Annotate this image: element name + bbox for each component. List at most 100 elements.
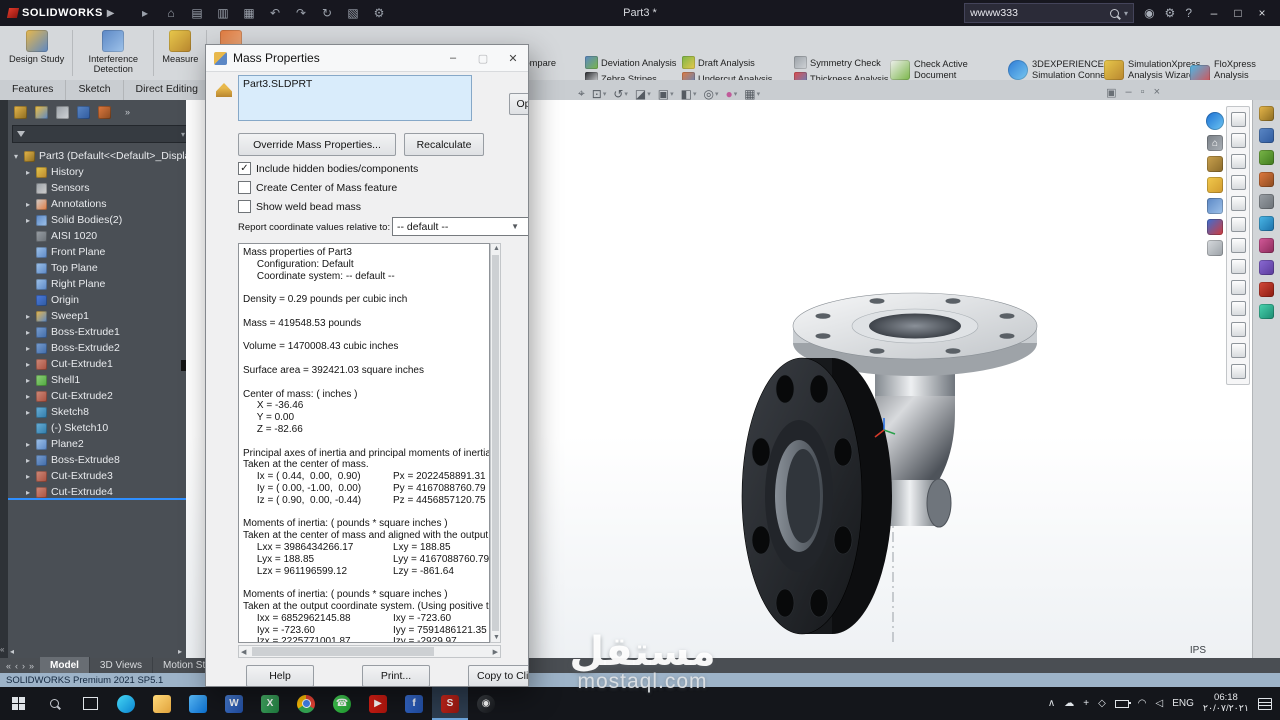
propertymanager-tab-icon[interactable] xyxy=(35,106,48,119)
task-pane-icon[interactable] xyxy=(1259,238,1274,253)
task-pane-icon[interactable] xyxy=(1259,172,1274,187)
tree-expand-icon[interactable]: ▸ xyxy=(24,168,32,177)
view-tool-icon[interactable] xyxy=(1231,217,1246,232)
file-explorer-taskbar-button[interactable] xyxy=(144,687,180,720)
view-tool-icon[interactable] xyxy=(1231,364,1246,379)
tree-item-boss-extrude8[interactable]: ▸Boss-Extrude8 xyxy=(8,452,186,468)
sw-resource-monitor-taskbar-button[interactable]: ◉ xyxy=(468,687,504,720)
view-tool-icon[interactable] xyxy=(1231,196,1246,211)
print-icon[interactable]: ▦ xyxy=(241,6,257,20)
dropdown-caret-icon[interactable]: ▾ xyxy=(647,90,651,98)
battery-icon[interactable] xyxy=(1115,700,1129,708)
restore-window-icon[interactable]: ▫ xyxy=(1141,86,1145,99)
task-pane-icon[interactable] xyxy=(1259,260,1274,275)
view-tool-icon[interactable] xyxy=(1231,259,1246,274)
tab-direct-editing[interactable]: Direct Editing xyxy=(124,80,211,100)
model-tab-arrow-icon[interactable]: › xyxy=(22,661,25,671)
scroll-down-icon[interactable]: ▼ xyxy=(493,634,500,641)
task-pane-icon[interactable] xyxy=(1259,282,1274,297)
tree-expand-icon[interactable]: ▸ xyxy=(24,488,32,497)
model-tab-arrow-icon[interactable]: » xyxy=(29,661,34,671)
dropdown-caret-icon[interactable]: ▾ xyxy=(734,90,738,98)
tree-expand-icon[interactable]: ▸ xyxy=(24,328,32,337)
displaymanager-tab-icon[interactable] xyxy=(98,106,111,119)
design-library-tab-icon[interactable] xyxy=(1207,156,1223,172)
scroll-right-icon[interactable]: ▶ xyxy=(493,648,498,656)
tree-item-sketch10[interactable]: (-) Sketch10 xyxy=(8,420,186,436)
checkbox-icon[interactable] xyxy=(238,200,251,213)
onedrive-icon[interactable]: ☁ xyxy=(1064,698,1074,709)
defender-icon[interactable]: + xyxy=(1083,698,1089,709)
dialog-minimize-button[interactable]: – xyxy=(438,45,468,71)
tree-expand-icon[interactable]: ▸ xyxy=(24,216,32,225)
tab-3d-views[interactable]: 3D Views xyxy=(90,657,153,674)
ribbon-button-measure[interactable]: Measure xyxy=(157,28,203,66)
word-taskbar-button[interactable]: W xyxy=(216,687,252,720)
view-settings-icon[interactable]: ▦▾ xyxy=(744,87,760,101)
override-mass-properties-button[interactable]: Override Mass Properties... xyxy=(238,133,396,156)
tree-expand-icon[interactable]: ▸ xyxy=(24,200,32,209)
bluetooth-icon[interactable]: ◇ xyxy=(1098,698,1106,709)
display-style-icon[interactable]: ◧▾ xyxy=(681,87,697,101)
hide-show-items-icon[interactable]: ◎▾ xyxy=(704,87,719,101)
dimxpertmanager-tab-icon[interactable] xyxy=(77,106,90,119)
options-button[interactable]: Options... xyxy=(509,93,529,115)
file-explorer-tab-icon[interactable] xyxy=(1207,177,1223,193)
section-view-icon[interactable]: ◪▾ xyxy=(635,87,651,101)
edge-taskbar-button[interactable] xyxy=(108,687,144,720)
model-tab-arrow-icon[interactable]: « xyxy=(6,661,11,671)
tree-filter-bar[interactable]: ▾ xyxy=(12,125,186,143)
task-pane-icon[interactable] xyxy=(1259,106,1274,121)
tree-item-origin[interactable]: Origin xyxy=(8,292,186,308)
excel-taskbar-button[interactable]: X xyxy=(252,687,288,720)
tree-item-top-plane[interactable]: Top Plane xyxy=(8,260,186,276)
zoom-fit-icon[interactable]: ⌖ xyxy=(578,86,585,101)
horizontal-scroll-thumb[interactable] xyxy=(252,647,434,656)
view-tool-icon[interactable] xyxy=(1231,154,1246,169)
report-coordinate-select[interactable]: -- default -- ▼ xyxy=(392,217,529,236)
view-tool-icon[interactable] xyxy=(1231,343,1246,358)
ribbon-button-deviation-analysis[interactable]: Deviation Analysis xyxy=(585,56,676,69)
tree-expand-icon[interactable]: ▸ xyxy=(24,440,32,449)
view-orientation-icon[interactable]: ▣▾ xyxy=(658,87,674,101)
tree-expand-icon[interactable]: ▸ xyxy=(24,392,32,401)
model-tab-arrow-icon[interactable]: ‹ xyxy=(15,661,18,671)
horizontal-scrollbar[interactable]: ◀ ▶ xyxy=(238,645,501,658)
ribbon-button-check-active-document[interactable]: Check ActiveDocument xyxy=(890,59,968,80)
tab-features[interactable]: Features xyxy=(0,80,66,100)
appearances-tab-icon[interactable] xyxy=(1207,219,1223,235)
ribbon-button-interference-detection[interactable]: Interference Detection xyxy=(76,28,150,76)
task-pane-icon[interactable] xyxy=(1259,216,1274,231)
tree-item-sketch8[interactable]: ▸Sketch8 xyxy=(8,404,186,420)
task-pane-icon[interactable] xyxy=(1259,194,1274,209)
search-box[interactable]: wwww333 ▾ xyxy=(964,3,1134,23)
view-tool-icon[interactable] xyxy=(1231,112,1246,127)
menu-pin-icon[interactable]: ▸ xyxy=(137,6,153,20)
checkbox-icon[interactable]: ✓ xyxy=(238,162,251,175)
help-button[interactable]: Help xyxy=(246,665,314,687)
solidworks-taskbar-button[interactable]: S xyxy=(432,687,468,720)
checkbox-icon[interactable] xyxy=(238,181,251,194)
tab-sketch[interactable]: Sketch xyxy=(66,80,123,100)
filter-dropdown-icon[interactable]: ▾ xyxy=(181,130,185,139)
menu-expand-icon[interactable]: ▶ xyxy=(107,8,115,19)
print-button[interactable]: Print... xyxy=(362,665,430,687)
tree-scroll-left-icon[interactable]: ◂ xyxy=(10,647,14,656)
tray-expand-icon[interactable]: ∧ xyxy=(1048,698,1055,709)
search-dropdown-icon[interactable]: ▾ xyxy=(1124,9,1128,18)
search-icon[interactable] xyxy=(1110,9,1119,18)
facebook-taskbar-button[interactable]: f xyxy=(396,687,432,720)
tree-expand-icon[interactable]: ▸ xyxy=(24,376,32,385)
home-icon[interactable]: ⌂ xyxy=(163,6,179,20)
vertical-scroll-thumb[interactable] xyxy=(492,255,499,631)
close-button[interactable]: × xyxy=(1250,0,1274,26)
recalculate-button[interactable]: Recalculate xyxy=(404,133,484,156)
tree-item-annotations[interactable]: ▸Annotations xyxy=(8,196,186,212)
store-taskbar-button[interactable] xyxy=(180,687,216,720)
view-tool-icon[interactable] xyxy=(1231,175,1246,190)
tree-expand-icon[interactable]: ▸ xyxy=(24,408,32,417)
volume-icon[interactable]: ◁ xyxy=(1156,698,1164,709)
undo-icon[interactable]: ↶ xyxy=(267,6,283,20)
tree-item-cut-extrude1[interactable]: ▸Cut-Extrude1 xyxy=(8,356,186,372)
edit-appearance-icon[interactable]: ●▾ xyxy=(726,87,738,101)
